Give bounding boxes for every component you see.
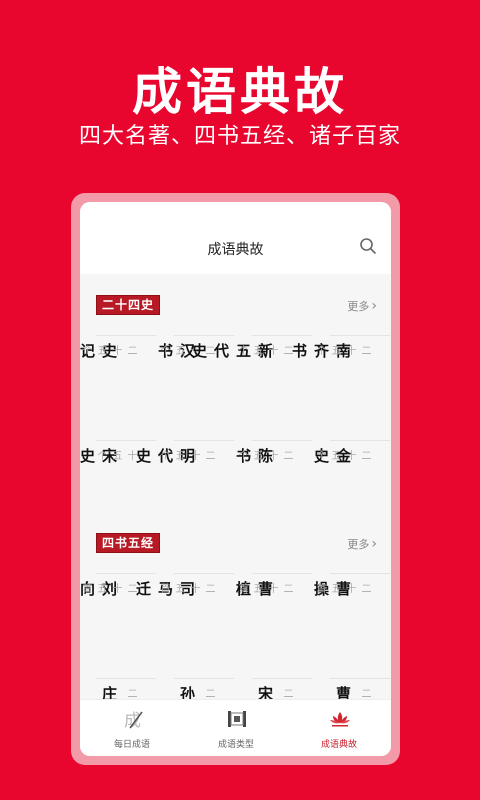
divider bbox=[252, 440, 312, 441]
nav-label: 成语典故 bbox=[320, 740, 357, 750]
app-screen: 成语典故 二十四史 更多 › 史记 二十五个 汉书 二十五个 新五代史 二十五个 南齐书 二十五… bbox=[80, 202, 391, 756]
book-count: 二十五个 bbox=[314, 450, 370, 460]
section-tag-sishuwujing: 四书五经 bbox=[96, 533, 161, 553]
book-count: 二十五首 bbox=[314, 583, 370, 593]
book-count: 二 bbox=[359, 688, 370, 698]
nav-label: 成语类型 bbox=[217, 740, 254, 750]
book-count: 二十五个 bbox=[314, 345, 370, 355]
divider bbox=[96, 335, 156, 336]
book-count: 二 bbox=[281, 688, 292, 698]
divider bbox=[330, 440, 390, 441]
book-count: 二十五首 bbox=[158, 583, 214, 593]
book-count: 二 bbox=[203, 688, 214, 698]
divider bbox=[174, 440, 234, 441]
lotus-icon bbox=[330, 712, 350, 727]
bottom-nav: 成 每日成语 成语类型 成语典故 bbox=[80, 699, 391, 756]
page-title: 成语典故 bbox=[207, 242, 264, 258]
chevron-right-icon: › bbox=[371, 536, 377, 552]
divider bbox=[174, 678, 234, 679]
nav-item-types[interactable]: 成语类型 bbox=[184, 700, 288, 756]
more-label: 更多 bbox=[347, 300, 370, 313]
divider bbox=[330, 573, 390, 574]
divider bbox=[174, 573, 234, 574]
hero-title: 成语典故 bbox=[132, 62, 348, 121]
svg-text:成: 成 bbox=[124, 711, 141, 730]
search-icon[interactable] bbox=[359, 237, 377, 255]
divider bbox=[330, 678, 390, 679]
brush-icon: 成 bbox=[124, 711, 143, 730]
nav-label: 每日成语 bbox=[113, 740, 150, 750]
section-tag-ershisishi: 二十四史 bbox=[96, 295, 161, 315]
book-count: 二十五个 bbox=[158, 450, 214, 460]
chevron-right-icon: › bbox=[371, 298, 377, 314]
more-link-ershisishi[interactable]: 更多 › bbox=[347, 298, 377, 314]
more-label: 更多 bbox=[347, 538, 370, 551]
divider bbox=[96, 573, 156, 574]
divider bbox=[252, 335, 312, 336]
divider bbox=[96, 678, 156, 679]
hero-subtitle: 四大名著、四书五经、诸子百家 bbox=[78, 124, 401, 149]
nav-item-daily[interactable]: 成 每日成语 bbox=[80, 700, 184, 756]
more-link-sishuwujing[interactable]: 更多 › bbox=[347, 536, 377, 552]
book-count: 二十五首 bbox=[236, 583, 292, 593]
book-count: 二 bbox=[125, 688, 136, 698]
scroll-icon bbox=[228, 711, 246, 727]
divider bbox=[174, 335, 234, 336]
divider bbox=[330, 335, 390, 336]
divider bbox=[252, 573, 312, 574]
book-count: 二十五个 bbox=[80, 345, 136, 355]
divider bbox=[96, 440, 156, 441]
book-count: 二十五个 bbox=[236, 450, 292, 460]
divider bbox=[252, 678, 312, 679]
nav-item-stories[interactable]: 成语典故 bbox=[287, 700, 391, 756]
phone-frame: 成语典故 二十四史 更多 › 史记 二十五个 汉书 二十五个 新五代史 二十五个 南齐书 二十五… bbox=[71, 193, 400, 765]
top-bar: 成语典故 bbox=[80, 202, 391, 274]
